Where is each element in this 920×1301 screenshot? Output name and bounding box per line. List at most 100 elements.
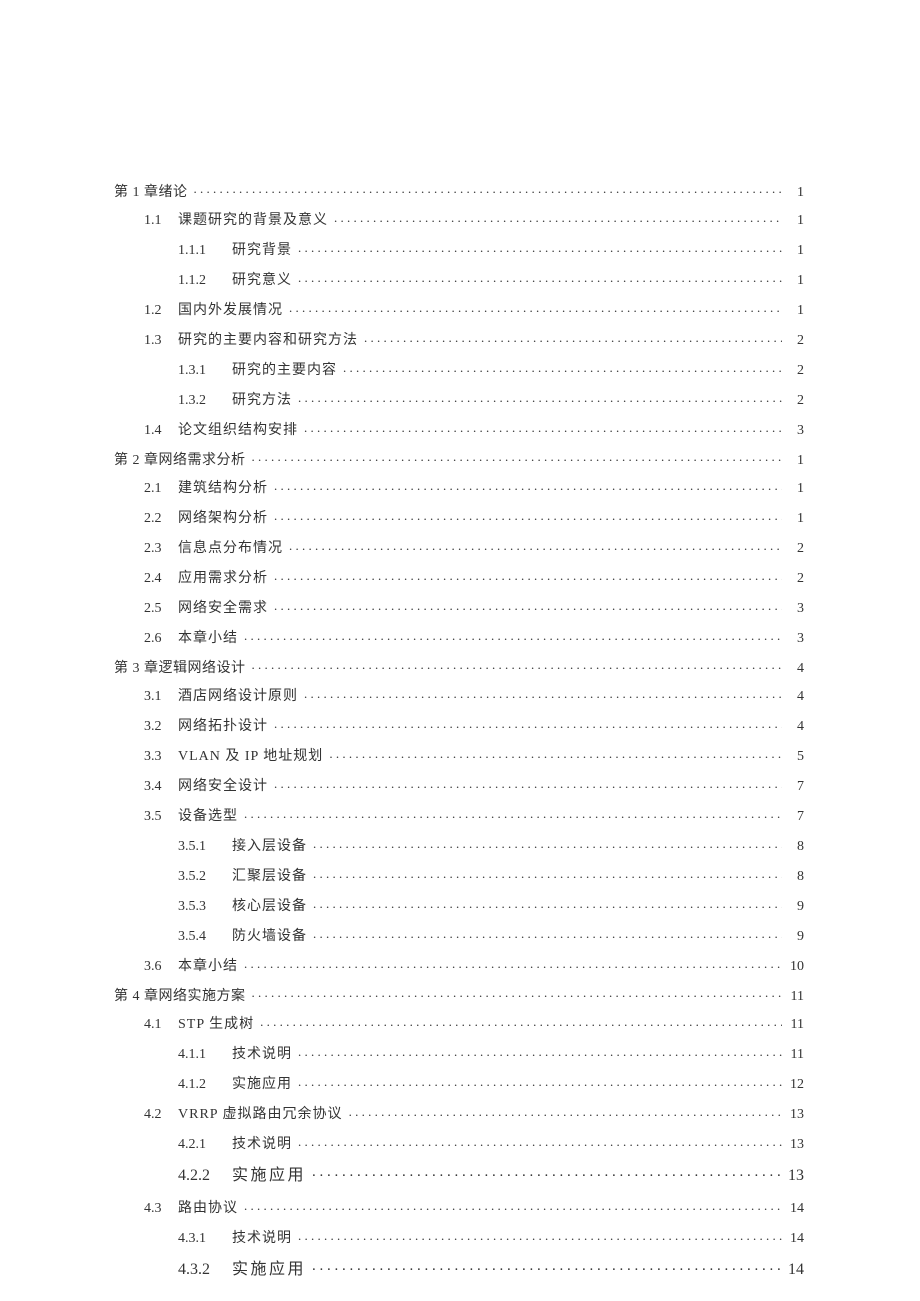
- toc-entry-2-1[interactable]: 2.1 建筑结构分析 1: [144, 478, 804, 496]
- toc-entry-ch1[interactable]: 第 1 章绪论 1: [114, 182, 804, 200]
- toc-entry-2-4[interactable]: 2.4 应用需求分析 2: [144, 568, 804, 586]
- entry-title: VRRP 虚拟路由冗余协议: [178, 1108, 343, 1122]
- leader-dots: [194, 182, 783, 196]
- entry-number: 4.1.2: [178, 1078, 232, 1092]
- leader-dots: [289, 538, 782, 552]
- toc-entry-ch2[interactable]: 第 2 章网络需求分析 1: [114, 450, 804, 468]
- entry-title: 第 2 章网络需求分析: [114, 454, 246, 468]
- leader-dots: [244, 956, 782, 970]
- toc-entry-3-6[interactable]: 3.6 本章小结 10: [144, 956, 804, 974]
- toc-entry-ch4[interactable]: 第 4 章网络实施方案 11: [114, 986, 804, 1004]
- entry-number: 3.5.2: [178, 870, 232, 884]
- leader-dots: [274, 478, 782, 492]
- toc-entry-2-2[interactable]: 2.2 网络架构分析 1: [144, 508, 804, 526]
- toc-entry-4-1-2[interactable]: 4.1.2 实施应用 12: [178, 1074, 804, 1092]
- entry-title: 第 3 章逻辑网络设计: [114, 662, 246, 676]
- leader-dots: [260, 1014, 782, 1028]
- entry-number: 1.3.2: [178, 394, 232, 408]
- leader-dots: [298, 1228, 782, 1242]
- toc-entry-4-2[interactable]: 4.2 VRRP 虚拟路由冗余协议 13: [144, 1104, 804, 1122]
- leader-dots: [313, 896, 782, 910]
- page-number: 1: [786, 214, 804, 228]
- toc-entry-4-3-2[interactable]: 4.3.2 实施应用 14: [178, 1258, 804, 1278]
- page-number: 1: [786, 482, 804, 496]
- toc-entry-2-6[interactable]: 2.6 本章小结 3: [144, 628, 804, 646]
- page-number: 14: [786, 1202, 804, 1216]
- toc-entry-4-3-1[interactable]: 4.3.1 技术说明 14: [178, 1228, 804, 1246]
- toc-entry-1-3-1[interactable]: 1.3.1 研究的主要内容 2: [178, 360, 804, 378]
- page-number: 11: [786, 1048, 804, 1062]
- entry-title: 酒店网络设计原则: [178, 690, 298, 704]
- toc-entry-3-5-2[interactable]: 3.5.2 汇聚层设备 8: [178, 866, 804, 884]
- entry-number: 1.1.2: [178, 274, 232, 288]
- page-number: 8: [786, 840, 804, 854]
- entry-number: 4.1.1: [178, 1048, 232, 1062]
- toc-entry-1-1[interactable]: 1.1 课题研究的背景及意义 1: [144, 210, 804, 228]
- toc-entry-3-5-4[interactable]: 3.5.4 防火墙设备 9: [178, 926, 804, 944]
- leader-dots: [274, 776, 782, 790]
- toc-entry-2-5[interactable]: 2.5 网络安全需求 3: [144, 598, 804, 616]
- entry-title: 接入层设备: [232, 840, 307, 854]
- entry-title: 汇聚层设备: [232, 870, 307, 884]
- toc-entry-3-1[interactable]: 3.1 酒店网络设计原则 4: [144, 686, 804, 704]
- leader-dots: [349, 1104, 782, 1118]
- entry-title: 本章小结: [178, 632, 238, 646]
- leader-dots: [252, 450, 783, 464]
- leader-dots: [244, 628, 782, 642]
- page-number: 11: [786, 990, 804, 1004]
- leader-dots: [343, 360, 782, 374]
- entry-number: 4.3.2: [178, 1262, 232, 1278]
- toc-entry-3-5-3[interactable]: 3.5.3 核心层设备 9: [178, 896, 804, 914]
- toc-entry-1-3[interactable]: 1.3 研究的主要内容和研究方法 2: [144, 330, 804, 348]
- leader-dots: [274, 568, 782, 582]
- toc-entry-2-3[interactable]: 2.3 信息点分布情况 2: [144, 538, 804, 556]
- toc-entry-3-2[interactable]: 3.2 网络拓扑设计 4: [144, 716, 804, 734]
- entry-title: 研究背景: [232, 244, 292, 258]
- toc-entry-1-1-1[interactable]: 1.1.1 研究背景 1: [178, 240, 804, 258]
- toc-entry-4-1[interactable]: 4.1 STP 生成树 11: [144, 1014, 804, 1032]
- page-number: 8: [786, 870, 804, 884]
- entry-number: 4.3.1: [178, 1232, 232, 1246]
- leader-dots: [252, 658, 783, 672]
- entry-title: 研究意义: [232, 274, 292, 288]
- toc-entry-4-2-1[interactable]: 4.2.1 技术说明 13: [178, 1134, 804, 1152]
- leader-dots: [329, 746, 782, 760]
- page-number: 1: [786, 454, 804, 468]
- entry-number: 3.5.1: [178, 840, 232, 854]
- toc-entry-3-5-1[interactable]: 3.5.1 接入层设备 8: [178, 836, 804, 854]
- leader-dots: [274, 716, 782, 730]
- toc-entry-ch3[interactable]: 第 3 章逻辑网络设计 4: [114, 658, 804, 676]
- toc-entry-4-2-2[interactable]: 4.2.2 实施应用 13: [178, 1164, 804, 1184]
- entry-number: 2.3: [144, 542, 178, 556]
- leader-dots: [334, 210, 782, 224]
- entry-title: 本章小结: [178, 960, 238, 974]
- toc-entry-3-5[interactable]: 3.5 设备选型 7: [144, 806, 804, 824]
- entry-number: 1.3: [144, 334, 178, 348]
- page-number: 2: [786, 572, 804, 586]
- page-number: 3: [786, 602, 804, 616]
- page-number: 3: [786, 424, 804, 438]
- page-number: 3: [786, 632, 804, 646]
- toc-entry-4-3[interactable]: 4.3 路由协议 14: [144, 1198, 804, 1216]
- toc-entry-1-2[interactable]: 1.2 国内外发展情况 1: [144, 300, 804, 318]
- entry-title: 第 4 章网络实施方案: [114, 990, 246, 1004]
- toc-entry-3-4[interactable]: 3.4 网络安全设计 7: [144, 776, 804, 794]
- toc-entry-4-1-1[interactable]: 4.1.1 技术说明 11: [178, 1044, 804, 1062]
- entry-title: 网络架构分析: [178, 512, 268, 526]
- toc-entry-1-1-2[interactable]: 1.1.2 研究意义 1: [178, 270, 804, 288]
- leader-dots: [304, 686, 782, 700]
- entry-title: STP 生成树: [178, 1018, 254, 1032]
- toc-entry-3-3[interactable]: 3.3 VLAN 及 IP 地址规划 5: [144, 746, 804, 764]
- toc-entry-1-4[interactable]: 1.4 论文组织结构安排 3: [144, 420, 804, 438]
- toc-entry-1-3-2[interactable]: 1.3.2 研究方法 2: [178, 390, 804, 408]
- entry-number: 4.1: [144, 1018, 178, 1032]
- entry-number: 3.3: [144, 750, 178, 764]
- entry-title: 网络拓扑设计: [178, 720, 268, 734]
- page-number: 1: [786, 512, 804, 526]
- entry-title: 实施应用: [232, 1078, 292, 1092]
- entry-title: 研究方法: [232, 394, 292, 408]
- entry-title: 国内外发展情况: [178, 304, 283, 318]
- entry-number: 2.5: [144, 602, 178, 616]
- entry-number: 1.1.1: [178, 244, 232, 258]
- entry-title: 网络安全设计: [178, 780, 268, 794]
